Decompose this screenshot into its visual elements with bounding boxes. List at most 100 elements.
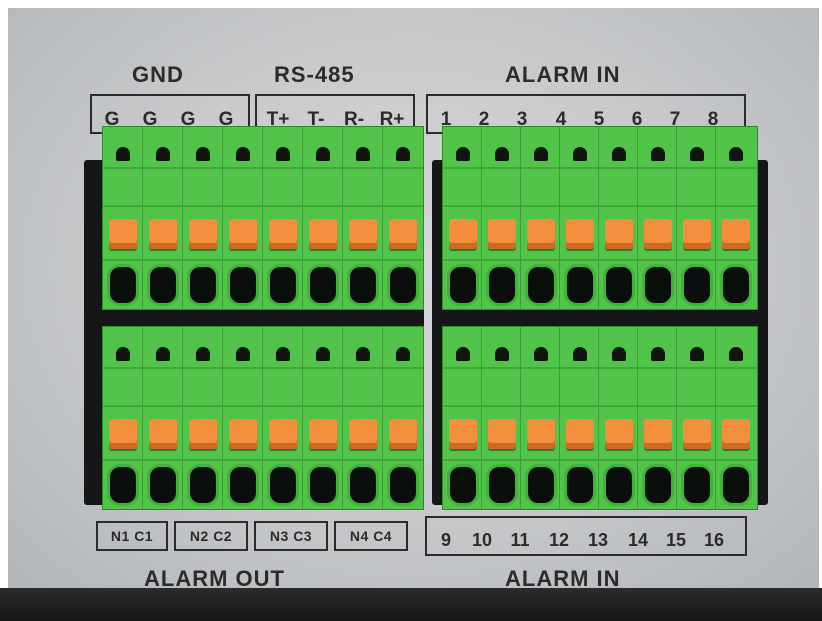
wire-release-hole xyxy=(236,347,250,361)
pin-label-in10: 10 xyxy=(471,530,493,550)
wire-entry xyxy=(310,267,336,303)
spring-lever[interactable] xyxy=(309,219,337,249)
terminal-cell xyxy=(677,127,716,309)
terminal-cell xyxy=(443,127,482,309)
wire-entry xyxy=(390,267,416,303)
spring-lever[interactable] xyxy=(488,219,516,249)
pin-label-in13: 13 xyxy=(587,530,609,550)
spring-lever[interactable] xyxy=(109,219,137,249)
spring-lever[interactable] xyxy=(683,219,711,249)
terminal-cell xyxy=(599,127,638,309)
terminal-cell xyxy=(482,127,521,309)
spring-lever[interactable] xyxy=(527,219,555,249)
wire-entry xyxy=(110,267,136,303)
terminal-cell xyxy=(599,327,638,509)
spring-lever[interactable] xyxy=(488,419,516,449)
terminal-cell xyxy=(638,327,677,509)
spring-lever[interactable] xyxy=(527,419,555,449)
spring-lever[interactable] xyxy=(389,419,417,449)
spring-lever[interactable] xyxy=(269,219,297,249)
wire-release-hole xyxy=(196,347,210,361)
wire-release-hole xyxy=(316,347,330,361)
spring-lever[interactable] xyxy=(149,219,177,249)
wire-release-hole xyxy=(356,147,370,161)
spring-lever[interactable] xyxy=(189,219,217,249)
wire-entry xyxy=(150,467,176,503)
spring-lever[interactable] xyxy=(722,219,750,249)
spring-lever[interactable] xyxy=(605,219,633,249)
wire-entry xyxy=(567,267,593,303)
terminal-block-upper-right[interactable] xyxy=(442,126,758,310)
chassis-bottom-edge xyxy=(0,588,822,621)
wire-release-hole xyxy=(690,147,704,161)
spring-lever[interactable] xyxy=(389,219,417,249)
spring-lever[interactable] xyxy=(229,419,257,449)
wire-entry xyxy=(489,267,515,303)
spring-lever[interactable] xyxy=(349,219,377,249)
spring-lever[interactable] xyxy=(309,419,337,449)
wire-entry xyxy=(606,267,632,303)
terminal-cell xyxy=(223,327,263,509)
terminal-cell xyxy=(638,127,677,309)
wire-release-hole xyxy=(729,147,743,161)
alarm-out-pair-2: N2 C2 xyxy=(174,521,248,551)
terminal-cell xyxy=(263,327,303,509)
terminal-cell xyxy=(343,327,383,509)
terminal-cell xyxy=(383,327,423,509)
wire-entry xyxy=(230,467,256,503)
spring-lever[interactable] xyxy=(566,219,594,249)
pin-label-in11: 11 xyxy=(510,530,530,550)
wire-entry xyxy=(190,267,216,303)
wire-entry xyxy=(645,267,671,303)
wire-entry xyxy=(606,467,632,503)
spring-lever[interactable] xyxy=(229,219,257,249)
terminal-cell xyxy=(521,327,560,509)
terminal-block-lower-left[interactable] xyxy=(102,326,424,510)
wire-release-hole xyxy=(156,347,170,361)
spring-lever[interactable] xyxy=(349,419,377,449)
spring-lever[interactable] xyxy=(149,419,177,449)
wire-entry xyxy=(150,267,176,303)
spring-lever[interactable] xyxy=(683,419,711,449)
terminal-block-upper-left[interactable] xyxy=(102,126,424,310)
spring-lever[interactable] xyxy=(449,219,477,249)
spring-lever[interactable] xyxy=(644,419,672,449)
spring-lever[interactable] xyxy=(109,419,137,449)
terminal-cell xyxy=(343,127,383,309)
terminal-cell xyxy=(103,327,143,509)
wire-entry xyxy=(723,467,749,503)
terminal-cell xyxy=(143,327,183,509)
terminal-cell xyxy=(443,327,482,509)
spring-lever[interactable] xyxy=(189,419,217,449)
wire-entry xyxy=(190,467,216,503)
rs485-label: RS-485 xyxy=(274,62,355,87)
wire-release-hole xyxy=(456,147,470,161)
wire-entry xyxy=(645,467,671,503)
wire-release-hole xyxy=(651,347,665,361)
wire-entry xyxy=(270,467,296,503)
alarm-out-pair-4: N4 C4 xyxy=(334,521,408,551)
terminal-cell xyxy=(303,127,343,309)
pin-label-in15: 15 xyxy=(665,530,687,550)
wire-release-hole xyxy=(356,347,370,361)
terminal-block-lower-right[interactable] xyxy=(442,326,758,510)
alarm-in-top-label: ALARM IN xyxy=(505,62,621,87)
terminal-cell xyxy=(223,127,263,309)
spring-lever[interactable] xyxy=(605,419,633,449)
wire-release-hole xyxy=(276,347,290,361)
terminal-cell xyxy=(716,127,757,309)
spring-lever[interactable] xyxy=(449,419,477,449)
wire-release-hole xyxy=(729,347,743,361)
wire-entry xyxy=(270,267,296,303)
wire-entry xyxy=(528,467,554,503)
wire-release-hole xyxy=(573,347,587,361)
spring-lever[interactable] xyxy=(722,419,750,449)
pin-label-in14: 14 xyxy=(627,530,649,550)
spring-lever[interactable] xyxy=(566,419,594,449)
wire-release-hole xyxy=(116,347,130,361)
wire-release-hole xyxy=(116,147,130,161)
wire-entry xyxy=(450,267,476,303)
spring-lever[interactable] xyxy=(269,419,297,449)
wire-release-hole xyxy=(316,147,330,161)
spring-lever[interactable] xyxy=(644,219,672,249)
